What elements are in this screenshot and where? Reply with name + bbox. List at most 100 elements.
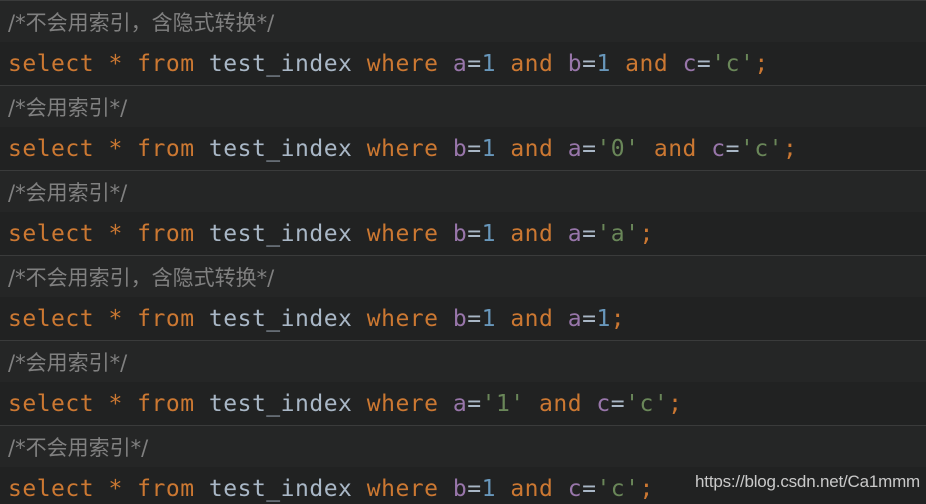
token-str: '0': [596, 135, 640, 162]
token-id: a: [567, 135, 583, 162]
token-kw: where: [366, 305, 439, 332]
token-op: [553, 51, 567, 77]
token-op: [123, 391, 137, 417]
token-tbl: test_index: [208, 135, 353, 162]
code-sql-line[interactable]: select * from test_index where b = 1 and a…: [0, 297, 926, 340]
token-op: [195, 51, 209, 77]
comment-text: /*会用索引*/: [8, 180, 128, 205]
code-comment-line[interactable]: /*不会用索引*/: [0, 425, 926, 467]
token-op: [352, 51, 366, 77]
token-star: *: [108, 135, 123, 162]
token-op: [123, 51, 137, 77]
token-kw: where: [366, 50, 439, 77]
token-num: 1: [481, 305, 496, 332]
token-kw: where: [366, 220, 439, 247]
token-punc: ;: [754, 50, 769, 77]
token-op: [94, 51, 108, 77]
token-id: b: [452, 475, 468, 502]
token-op: [697, 136, 711, 162]
token-id: c: [711, 135, 726, 162]
token-op: [94, 476, 108, 502]
token-op: =: [467, 50, 482, 77]
token-star: *: [108, 50, 123, 77]
token-kw: from: [137, 390, 195, 417]
token-kw: select: [8, 50, 95, 77]
token-id: a: [452, 50, 468, 77]
token-op: [496, 221, 510, 247]
token-kw: select: [8, 220, 95, 247]
token-op: =: [467, 220, 482, 247]
token-id: a: [567, 220, 583, 247]
code-comment-line[interactable]: /*不会用索引，含隐式转换*/: [0, 255, 926, 297]
token-op: =: [725, 135, 740, 162]
token-kw: from: [137, 305, 195, 332]
token-op: =: [467, 135, 482, 162]
token-op: [94, 221, 108, 247]
token-op: [553, 476, 567, 502]
code-comment-line[interactable]: /*会用索引*/: [0, 170, 926, 212]
token-kw: from: [137, 135, 195, 162]
token-op: [496, 306, 510, 332]
token-star: *: [108, 475, 123, 502]
token-tbl: test_index: [208, 50, 353, 77]
token-op: [94, 391, 108, 417]
comment-text: /*不会用索引，含隐式转换*/: [8, 10, 275, 35]
token-tbl: test_index: [208, 220, 353, 247]
token-op: [123, 136, 137, 162]
token-op: =: [582, 305, 597, 332]
token-op: [123, 221, 137, 247]
token-op: [496, 476, 510, 502]
token-num: 1: [481, 475, 496, 502]
token-kw: and: [510, 305, 554, 332]
token-kw: from: [137, 220, 195, 247]
code-sql-line[interactable]: select * from test_index where b = 1 and a…: [0, 212, 926, 255]
comment-text: /*会用索引*/: [8, 95, 128, 120]
token-op: [352, 136, 366, 162]
comment-text: /*会用索引*/: [8, 350, 128, 375]
token-id: c: [596, 390, 611, 417]
token-op: =: [582, 135, 597, 162]
token-op: [611, 51, 625, 77]
token-op: [352, 306, 366, 332]
token-kw: select: [8, 390, 95, 417]
token-punc: ;: [639, 220, 654, 247]
code-sql-line[interactable]: select * from test_index where a = '1' and…: [0, 382, 926, 425]
token-op: =: [696, 50, 712, 77]
token-tbl: test_index: [208, 305, 353, 332]
token-op: [439, 51, 453, 77]
token-op: =: [610, 390, 626, 417]
code-comment-line[interactable]: /*会用索引*/: [0, 340, 926, 382]
token-id: c: [567, 475, 583, 502]
token-num: 1: [481, 50, 496, 77]
token-kw: and: [625, 50, 669, 77]
token-kw: and: [539, 390, 583, 417]
token-op: [352, 476, 366, 502]
code-comment-line[interactable]: /*会用索引*/: [0, 85, 926, 127]
token-op: [496, 51, 510, 77]
token-star: *: [108, 390, 123, 417]
token-op: =: [467, 475, 482, 502]
token-kw: where: [366, 135, 439, 162]
sql-code-block[interactable]: /*不会用索引，含隐式转换*/ select * from test_index …: [0, 0, 926, 504]
token-kw: from: [137, 50, 195, 77]
token-str: 'a': [596, 220, 640, 247]
token-id: b: [452, 305, 468, 332]
code-comment-line[interactable]: /*不会用索引，含隐式转换*/: [0, 0, 926, 42]
token-op: [195, 476, 209, 502]
token-op: [439, 306, 453, 332]
token-punc: ;: [639, 475, 654, 502]
token-op: [553, 136, 567, 162]
comment-text: /*不会用索引，含隐式转换*/: [8, 265, 275, 290]
token-kw: and: [653, 135, 697, 162]
code-sql-line[interactable]: select * from test_index where b = 1 and c…: [0, 467, 926, 504]
token-op: [439, 391, 453, 417]
token-punc: ;: [783, 135, 798, 162]
code-sql-line[interactable]: select * from test_index where b = 1 and a…: [0, 127, 926, 170]
token-star: *: [108, 305, 123, 332]
code-sql-line[interactable]: select * from test_index where a = 1 and b…: [0, 42, 926, 85]
token-kw: and: [510, 50, 554, 77]
token-op: [352, 391, 366, 417]
token-id: a: [567, 305, 583, 332]
token-op: [195, 221, 209, 247]
token-kw: where: [366, 390, 439, 417]
